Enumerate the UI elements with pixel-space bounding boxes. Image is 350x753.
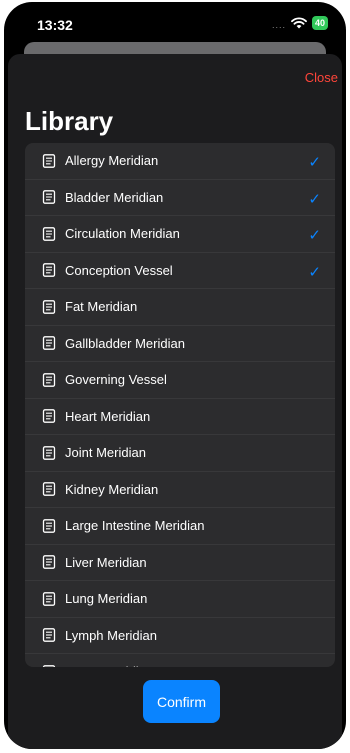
list-item[interactable]: Circulation Meridian ✓ — [25, 216, 335, 253]
list-item-label: Lymph Meridian — [65, 627, 158, 643]
list-item[interactable]: Lung Meridian✓ — [25, 581, 335, 618]
document-icon — [42, 409, 56, 424]
status-bar: 13:32 .... 40 — [4, 2, 346, 46]
page-title: Library — [25, 106, 114, 136]
document-icon — [42, 555, 56, 570]
list-item[interactable]: Liver Meridian✓ — [25, 545, 335, 581]
list-item[interactable]: Lymph Meridian✓ — [25, 618, 335, 654]
document-icon — [42, 226, 56, 241]
document-icon — [42, 482, 56, 497]
document-icon — [42, 263, 56, 278]
list-item-label: Fat Meridian — [65, 299, 138, 315]
list-item-label: Conception Vessel — [65, 262, 173, 278]
list-item[interactable]: Governing Vessel✓ — [25, 362, 335, 399]
wifi-icon — [291, 17, 307, 29]
list-item-label: Nerve Meridian — [65, 664, 153, 667]
status-indicators: .... 40 — [272, 16, 328, 30]
checkmark-icon: ✓ — [308, 227, 321, 244]
list-item-label: Liver Meridian — [65, 554, 147, 570]
document-icon — [42, 445, 56, 460]
library-list[interactable]: Allergy Meridian ✓ Bladder Meridian ✓ Circul… — [25, 143, 335, 667]
document-icon — [42, 336, 56, 351]
list-item[interactable]: Conception Vessel ✓ — [25, 253, 335, 289]
list-item-label: Allergy Meridian — [65, 153, 159, 169]
list-item[interactable]: Nerve Meridian✓ — [25, 654, 335, 667]
list-item[interactable]: Fat Meridian✓ — [25, 289, 335, 326]
list-item[interactable]: Allergy Meridian ✓ — [25, 143, 335, 180]
document-icon — [42, 628, 56, 643]
list-item-label: Governing Vessel — [65, 372, 167, 388]
document-icon — [42, 190, 56, 205]
list-item[interactable]: Large Intestine Meridian✓ — [25, 508, 335, 545]
checkmark-icon: ✓ — [308, 154, 321, 171]
list-item-label: Lung Meridian — [65, 591, 148, 607]
list-item-label: Heart Meridian — [65, 408, 151, 424]
checkmark-icon: ✓ — [308, 190, 321, 208]
document-icon — [42, 299, 56, 314]
document-icon — [42, 153, 56, 168]
list-item-label: Kidney Meridian — [65, 481, 159, 497]
document-icon — [42, 372, 56, 387]
library-sheet: Close Library Allergy Meridian ✓ Bladder M… — [8, 54, 342, 749]
list-item[interactable]: Heart Meridian✓ — [25, 399, 335, 435]
list-item-label: Gallbladder Meridian — [65, 335, 185, 351]
confirm-button[interactable]: Confirm — [143, 680, 220, 723]
list-item-label: Circulation Meridian — [65, 226, 180, 242]
list-item[interactable]: Joint Meridian✓ — [25, 435, 335, 472]
checkmark-icon: ✓ — [308, 263, 321, 281]
list-item[interactable]: Gallbladder Meridian✓ — [25, 326, 335, 362]
list-item-label: Large Intestine Meridian — [65, 518, 205, 534]
document-icon — [42, 664, 56, 667]
list-item-label: Joint Meridian — [65, 445, 146, 461]
document-icon — [42, 591, 56, 606]
phone-screen: 13:32 .... 40 Close Library Allergy Meri… — [4, 2, 346, 749]
status-time: 13:32 — [37, 17, 73, 33]
signal-icon: .... — [271, 20, 286, 30]
battery-icon: 40 — [311, 16, 328, 30]
document-icon — [42, 518, 56, 533]
list-item[interactable]: Bladder Meridian ✓ — [25, 180, 335, 216]
close-button[interactable]: Close — [305, 70, 338, 85]
list-item[interactable]: Kidney Meridian✓ — [25, 472, 335, 508]
list-item-label: Bladder Meridian — [65, 189, 164, 205]
